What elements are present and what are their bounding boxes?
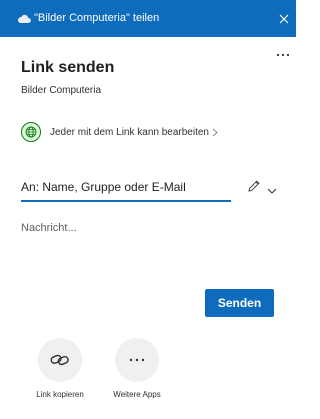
ellipsis-icon <box>115 338 159 382</box>
dialog-title: "Bilder Computeria" teilen <box>34 12 160 24</box>
more-options-icon[interactable] <box>274 49 292 61</box>
item-name: Bilder Computeria <box>21 85 102 96</box>
title-bar: "Bilder Computeria" teilen <box>0 0 296 37</box>
more-apps-label: Weitere Apps <box>113 390 161 399</box>
globe-icon <box>21 122 41 142</box>
onedrive-cloud-icon <box>17 11 31 29</box>
link-permission-label: Jeder mit dem Link kann bearbeiten <box>50 126 209 138</box>
pencil-icon[interactable] <box>247 179 261 198</box>
chevron-right-icon <box>212 128 218 137</box>
chevron-down-icon[interactable] <box>267 182 277 200</box>
more-apps-button[interactable]: Weitere Apps <box>101 338 173 399</box>
send-button[interactable]: Senden <box>205 289 274 317</box>
close-icon[interactable] <box>272 0 296 37</box>
link-icon <box>38 338 82 382</box>
copy-link-button[interactable]: Link kopieren <box>24 338 96 399</box>
recipients-field <box>21 176 231 202</box>
page-title: Link senden <box>21 59 115 76</box>
recipients-input[interactable] <box>21 176 231 198</box>
message-input[interactable] <box>21 222 271 282</box>
copy-link-label: Link kopieren <box>36 390 84 399</box>
link-permission-button[interactable]: Jeder mit dem Link kann bearbeiten <box>21 121 218 143</box>
